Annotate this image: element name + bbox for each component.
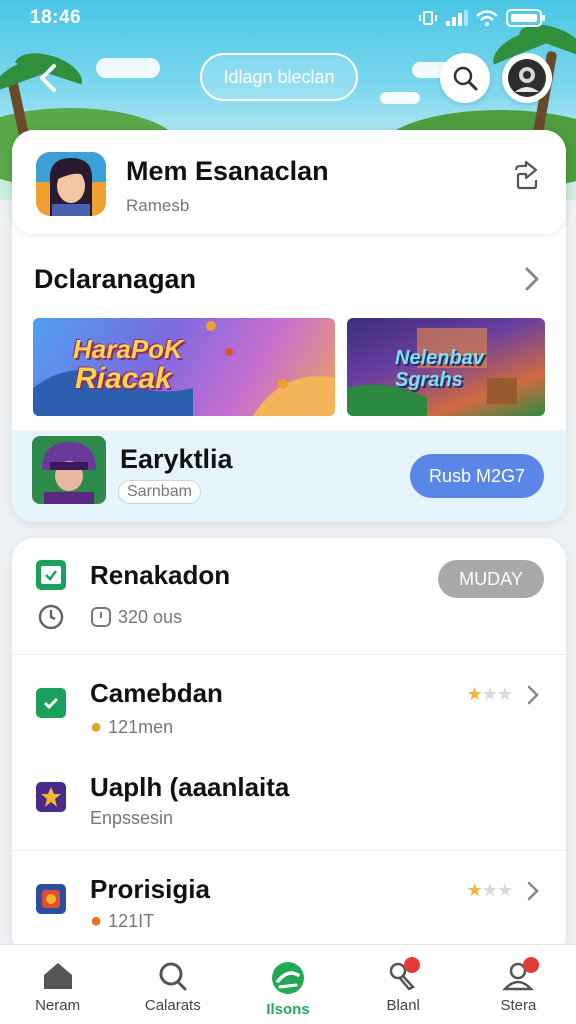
timer-icon bbox=[91, 607, 111, 627]
task-icon bbox=[36, 688, 66, 718]
coin-icon: ● bbox=[90, 716, 103, 738]
nav-item-active[interactable]: Ilsons bbox=[230, 945, 345, 1024]
search-button[interactable] bbox=[440, 53, 490, 103]
rating-stars: ★★★ bbox=[466, 880, 513, 900]
section-title: Dclaranagan bbox=[34, 264, 197, 294]
list-item-title: Renakadon bbox=[90, 560, 231, 590]
bottom-navigation: Neram Calarats Ilsons Blanl Stera bbox=[0, 944, 576, 1024]
list-item-meta: 320 ous bbox=[90, 606, 182, 628]
list-item-chevron[interactable] bbox=[526, 880, 540, 907]
list-item-meta-text: 121men bbox=[108, 717, 174, 737]
status-bar: 18:46 bbox=[0, 0, 576, 36]
featured-game-row[interactable]: Earyktlia Sarnbam Rusb M2G7 bbox=[12, 430, 566, 522]
calendar-check-icon bbox=[36, 560, 66, 590]
title-pill-button[interactable]: Idlagn bleclan bbox=[200, 53, 358, 101]
coin-icon: ● bbox=[90, 910, 103, 932]
signal-icon bbox=[446, 10, 468, 26]
list-item-meta-text: Enpssesin bbox=[90, 808, 174, 828]
profile-row[interactable]: Mem Esanaclan Ramesb bbox=[12, 130, 566, 234]
notification-badge bbox=[522, 957, 539, 973]
system-icons bbox=[418, 9, 546, 27]
character-portrait-icon bbox=[36, 152, 106, 216]
section-more-button[interactable] bbox=[524, 266, 540, 297]
game-avatar bbox=[36, 152, 106, 216]
chevron-left-icon bbox=[40, 64, 56, 92]
share-icon bbox=[514, 160, 538, 190]
chevron-right-icon bbox=[527, 881, 539, 901]
featured-tag: Sarnbam bbox=[118, 480, 201, 504]
vibrate-icon bbox=[419, 11, 437, 25]
banner-title-line1: HaraPoK bbox=[73, 334, 183, 364]
game-banner[interactable]: HaraPoK Riacak bbox=[33, 318, 335, 416]
wifi-icon bbox=[476, 10, 498, 26]
search-icon bbox=[453, 66, 478, 91]
list-item-title: Uaplh (aaanlaita bbox=[90, 772, 290, 802]
nav-item-search[interactable]: Calarats bbox=[115, 945, 230, 1024]
divider bbox=[12, 850, 566, 851]
battery-icon bbox=[506, 9, 545, 27]
nav-label: Stera bbox=[500, 997, 537, 1014]
discover-icon bbox=[272, 962, 304, 994]
top-bar: Idlagn bleclan bbox=[0, 50, 576, 106]
list-item-meta: ● 121men bbox=[90, 716, 173, 739]
list-item-meta: Enpssesin bbox=[90, 808, 173, 829]
banner-title-line2: Sgrahs bbox=[395, 369, 463, 391]
rating-stars: ★★★ bbox=[466, 684, 513, 704]
game-banner[interactable]: Nelenbav Sgrahs bbox=[347, 318, 545, 416]
list-item-meta-text: 320 ous bbox=[118, 606, 183, 627]
list-item-title: Prorisigia bbox=[90, 874, 210, 904]
chevron-right-icon bbox=[525, 267, 539, 291]
title-pill-label: Idlagn bleclan bbox=[223, 66, 335, 87]
character-portrait-icon bbox=[32, 436, 106, 504]
nav-label: Calarats bbox=[144, 997, 201, 1014]
activity-list-card: Renakadon MUDAY 320 ous Camebdan ● 121me… bbox=[12, 538, 566, 958]
magnifier-icon bbox=[159, 962, 187, 991]
list-item-meta: ● 121IT bbox=[90, 910, 154, 933]
star-badge-icon bbox=[36, 782, 66, 812]
chevron-right-icon bbox=[527, 685, 539, 705]
status-time: 18:46 bbox=[30, 7, 82, 28]
featured-title: Earyktlia bbox=[120, 444, 233, 474]
list-item-chevron[interactable] bbox=[526, 684, 540, 711]
back-button[interactable] bbox=[30, 60, 66, 96]
clock-icon bbox=[36, 602, 66, 632]
nav-item-notifications[interactable]: Blanl bbox=[346, 945, 461, 1024]
nav-label: Neram bbox=[35, 997, 81, 1014]
list-item-title: Camebdan bbox=[90, 678, 223, 708]
profile-name: Mem Esanaclan bbox=[126, 156, 329, 186]
share-button[interactable] bbox=[508, 158, 544, 194]
nav-item-home[interactable]: Neram bbox=[0, 945, 115, 1024]
notification-badge bbox=[403, 957, 420, 973]
list-item-meta-text: 121IT bbox=[108, 911, 155, 931]
profile-subtitle: Ramesb bbox=[126, 196, 190, 215]
featured-thumbnail bbox=[32, 436, 106, 504]
nav-label: Blanl bbox=[386, 997, 420, 1014]
banner-title-line1: Nelenbav bbox=[395, 347, 484, 369]
home-icon bbox=[43, 963, 72, 989]
game-icon bbox=[36, 884, 66, 914]
nav-label: Ilsons bbox=[266, 1001, 310, 1018]
avatar-button[interactable] bbox=[502, 53, 552, 103]
status-badge-button[interactable]: MUDAY bbox=[438, 560, 544, 598]
featured-action-button[interactable]: Rusb M2G7 bbox=[410, 454, 544, 498]
divider bbox=[12, 654, 566, 655]
nav-item-profile[interactable]: Stera bbox=[461, 945, 576, 1024]
main-card: Mem Esanaclan Ramesb Dclaranagan HaraPoK… bbox=[12, 130, 566, 522]
banner-title-line2: Riacak bbox=[75, 362, 172, 395]
avatar-icon bbox=[508, 59, 546, 97]
